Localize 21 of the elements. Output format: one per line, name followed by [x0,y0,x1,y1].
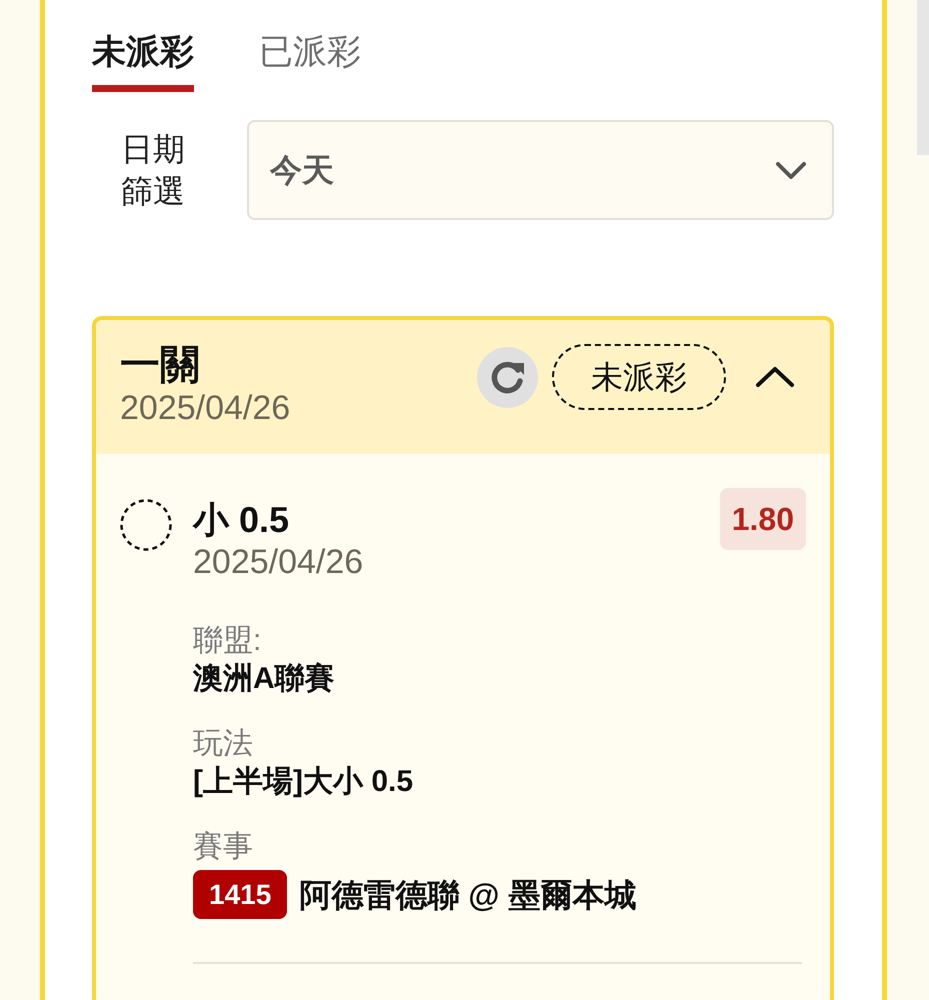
tab[interactable]: 未派彩 [92,28,194,92]
detail-value: [上半場]大小 0.5 [193,764,414,800]
refresh-icon[interactable] [477,346,538,408]
match-number-badge: 1415 [193,870,288,919]
selection-date: 2025/04/26 [193,542,364,582]
date-select[interactable]: 今天 [247,120,834,220]
bet-title: 一關 [120,342,201,388]
dashed-circle-icon [120,499,172,551]
filter-label: 日期篩選 [120,130,186,211]
detail-label: 聯盟: [193,623,262,659]
chevron-up-icon[interactable] [755,366,795,388]
match-teams: 阿德雷德聯 @ 墨爾本城 [299,876,636,914]
bet-date: 2025/04/26 [120,388,290,428]
detail-value: 澳洲A聯賽 [193,661,336,697]
chevron-down-icon [775,160,807,180]
selection-name: 小 0.5 [193,498,290,542]
detail-label: 玩法 [193,726,254,762]
status-tag: 未派彩 [552,344,726,410]
detail-label: 賽事 [193,829,254,865]
tab[interactable]: 已派彩 [259,28,361,92]
odds-badge: 1.80 [720,488,806,550]
